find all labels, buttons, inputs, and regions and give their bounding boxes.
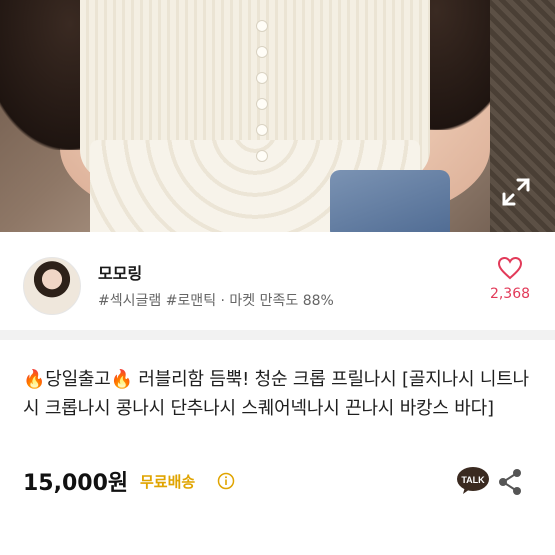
top-buttons <box>256 20 270 170</box>
like-button[interactable]: 2,368 <box>480 256 540 316</box>
avatar[interactable] <box>23 257 81 315</box>
talk-badge-label: TALK <box>461 475 485 485</box>
product-title: 🔥당일출고🔥 러블리함 듬뿍! 청순 크롭 프릴나시 [골지나시 니트나시 크롭… <box>23 369 529 419</box>
seller-row[interactable]: 모모링 #섹시글램 #로맨틱 · 마켓 만족도 88% 2,368 <box>0 232 555 332</box>
heart-icon <box>497 256 523 280</box>
jeans <box>330 170 450 232</box>
seller-tags: #섹시글램 #로맨틱 · 마켓 만족도 88% <box>98 293 334 309</box>
price: 15,000원 <box>23 471 129 496</box>
section-divider <box>0 330 555 340</box>
seller-name[interactable]: 모모링 <box>98 260 142 284</box>
product-image[interactable] <box>0 0 555 232</box>
free-shipping-label: 무료배송 <box>140 473 196 491</box>
share-icon[interactable] <box>497 468 523 496</box>
like-count: 2,368 <box>489 286 531 302</box>
info-icon[interactable] <box>217 472 235 490</box>
expand-icon[interactable] <box>500 176 532 208</box>
kakaotalk-icon[interactable]: TALK <box>456 466 490 496</box>
